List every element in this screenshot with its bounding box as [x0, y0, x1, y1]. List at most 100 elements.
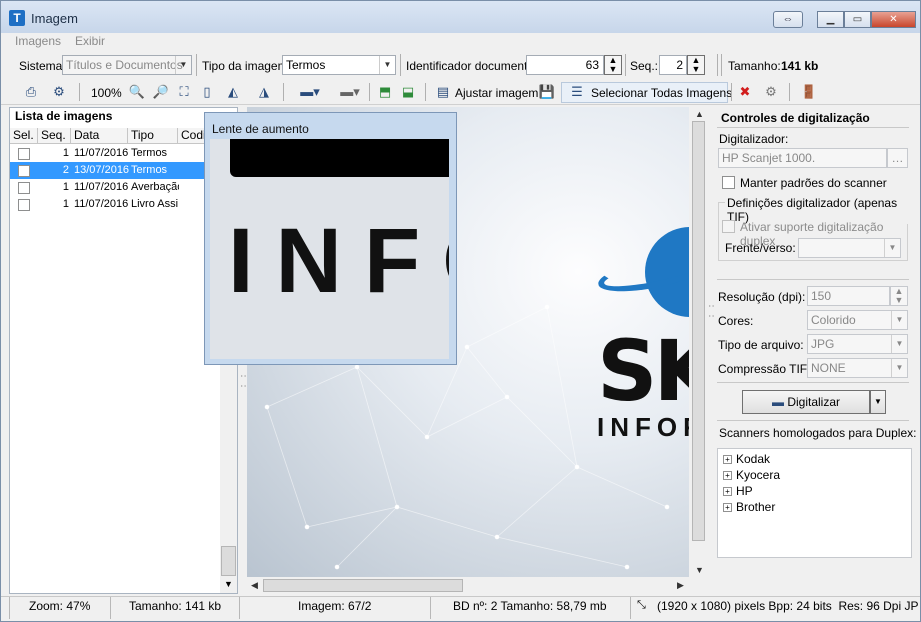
resolucao-input[interactable]: 150 [807, 286, 890, 306]
tree-item-kodak[interactable]: + Kodak [723, 452, 770, 466]
expand-plus-icon[interactable]: + [723, 471, 732, 480]
identificador-label: Identificador documento: [406, 59, 538, 73]
divider [430, 597, 431, 619]
scroll-right-arrow-icon[interactable]: ▶ [677, 580, 684, 591]
table-row[interactable]: 1 11/07/2016 Averbação [10, 179, 237, 196]
logo-sub-text: INFORI [597, 412, 689, 442]
sistema-select[interactable]: Títulos e Documentos ▼ [62, 55, 192, 75]
image-list-title: Lista de imagens [15, 109, 113, 123]
seq-stepper[interactable]: ▲ ▼ [687, 55, 705, 75]
row-checkbox[interactable] [18, 148, 30, 160]
close-button[interactable]: ✕ [871, 11, 916, 28]
divider [9, 597, 10, 619]
zoom-out-icon[interactable]: 🔍 [127, 83, 147, 101]
row-tipo: Averbação [131, 181, 179, 193]
table-row[interactable]: 1 11/07/2016 Livro Assi [10, 196, 237, 213]
scroll-down-arrow-icon[interactable]: ▼ [695, 565, 704, 575]
tree-item-hp[interactable]: + HP [723, 484, 753, 498]
row-checkbox[interactable] [18, 165, 30, 177]
row-checkbox[interactable] [18, 182, 30, 194]
swap-layout-button[interactable]: ⇔ [773, 11, 803, 28]
tipo-imagem-select[interactable]: Termos ▼ [282, 55, 396, 75]
digitalizar-dropdown-button[interactable]: ▼ [870, 390, 886, 414]
compressao-select[interactable]: NONE ▼ [807, 358, 908, 378]
scroll-down-arrow-icon[interactable]: ▼ [221, 577, 236, 592]
image-list-header: Sel. Seq. Data Tipo Codig [10, 128, 237, 144]
print-icon[interactable]: ⎙ [21, 83, 41, 101]
seq-input[interactable]: 2 [659, 55, 687, 75]
frente-verso-select[interactable]: ▼ [798, 238, 901, 258]
cores-select[interactable]: Colorido ▼ [807, 310, 908, 330]
flip-horizontal-icon[interactable]: ◭ [223, 83, 243, 101]
identificador-input[interactable]: 63 [526, 55, 604, 75]
export-icon[interactable]: ⬓ [398, 83, 418, 101]
separator [425, 83, 426, 101]
zoom-in-icon[interactable]: 🔎 [151, 83, 171, 101]
separator [400, 54, 401, 76]
ajustar-imagem-button[interactable]: Ajustar imagem [455, 86, 538, 100]
cores-value: Colorido [811, 313, 856, 327]
tamanho-label: Tamanho: [728, 59, 781, 73]
row-checkbox[interactable] [18, 199, 30, 211]
status-zoom: Zoom: 47% [29, 599, 91, 613]
image-vscroll-thumb[interactable] [692, 121, 705, 541]
cores-label: Cores: [718, 314, 754, 328]
column-tipo[interactable]: Tipo [128, 128, 178, 144]
fit-page-icon[interactable]: ⛶ [174, 83, 194, 101]
manter-padroes-checkbox[interactable] [722, 176, 735, 189]
gear-icon[interactable]: ⚙ [761, 83, 781, 101]
window-title: Imagem [31, 11, 78, 26]
separator [721, 54, 722, 76]
import-icon[interactable]: ⬒ [375, 83, 395, 101]
list-scroll-thumb[interactable] [221, 546, 236, 576]
scroll-left-arrow-icon[interactable]: ◀ [251, 580, 258, 591]
minimize-button[interactable]: ▁ [817, 11, 844, 28]
image-horizontal-scrollbar[interactable] [247, 577, 689, 594]
image-vertical-scrollbar[interactable] [690, 107, 707, 577]
tree-item-brother[interactable]: + Brother [723, 500, 775, 514]
expand-plus-icon[interactable]: + [723, 455, 732, 464]
tipo-arquivo-select[interactable]: JPG ▼ [807, 334, 908, 354]
table-row[interactable]: 1 11/07/2016 Termos [10, 145, 237, 162]
image-hscroll-thumb[interactable] [263, 579, 463, 592]
caption-buttons: ▁ ▭ ✕ [817, 11, 916, 28]
expand-plus-icon[interactable]: + [723, 503, 732, 512]
tipo-arquivo-label: Tipo de arquivo: [718, 338, 804, 352]
scanner-settings-icon[interactable]: ⚙ [49, 83, 69, 101]
delete-icon[interactable]: ✖ [735, 83, 755, 101]
chevron-down-icon: ▼ [891, 335, 907, 353]
tree-item-kyocera[interactable]: + Kyocera [723, 468, 780, 482]
duplex-checkbox[interactable] [722, 220, 735, 233]
browse-scanner-button[interactable]: … [887, 148, 908, 168]
divider [717, 382, 909, 383]
save-icon[interactable]: 💾 [537, 83, 557, 101]
digitalizador-field[interactable]: HP Scanjet 1000. [718, 148, 887, 168]
maximize-button[interactable]: ▭ [844, 11, 871, 28]
tipo-arquivo-value: JPG [811, 337, 835, 351]
exit-door-icon[interactable]: 🚪 [799, 83, 819, 101]
scanner-dropdown-icon[interactable]: ▬▾ [337, 83, 363, 101]
chevron-down-icon: ▼ [175, 56, 191, 74]
table-row-selected[interactable]: 2 13/07/2016 Termos [10, 162, 237, 179]
row-seq: 1 [62, 147, 69, 159]
resolucao-stepper[interactable]: ▲ ▼ [890, 286, 908, 306]
menu-imagens[interactable]: Imagens [15, 34, 61, 48]
row-data: 11/07/2016 [74, 147, 129, 159]
digitalizador-label: Digitalizador: [719, 132, 789, 146]
separator [731, 83, 732, 101]
menu-exibir[interactable]: Exibir [75, 34, 105, 48]
app-window: T Imagem ⇔ ▁ ▭ ✕ Imagens Exibir Sistema:… [0, 0, 921, 622]
flip-vertical-icon[interactable]: ◮ [254, 83, 274, 101]
zoom-100-button[interactable]: 100% [91, 86, 122, 100]
expand-plus-icon[interactable]: + [723, 487, 732, 496]
scroll-up-arrow-icon[interactable]: ▲ [695, 109, 704, 119]
fit-width-icon[interactable]: ▯ [197, 83, 217, 101]
column-seq[interactable]: Seq. [38, 128, 71, 144]
chevron-down-icon: ▼ [891, 311, 907, 329]
scan-dropdown-icon[interactable]: ▬▾ [297, 83, 323, 101]
logo-main-text: SK [597, 322, 689, 420]
identificador-stepper[interactable]: ▲ ▼ [604, 55, 622, 75]
column-sel[interactable]: Sel. [10, 128, 38, 144]
digitalizar-button[interactable]: ▬ Digitalizar [742, 390, 870, 414]
column-data[interactable]: Data [71, 128, 128, 144]
